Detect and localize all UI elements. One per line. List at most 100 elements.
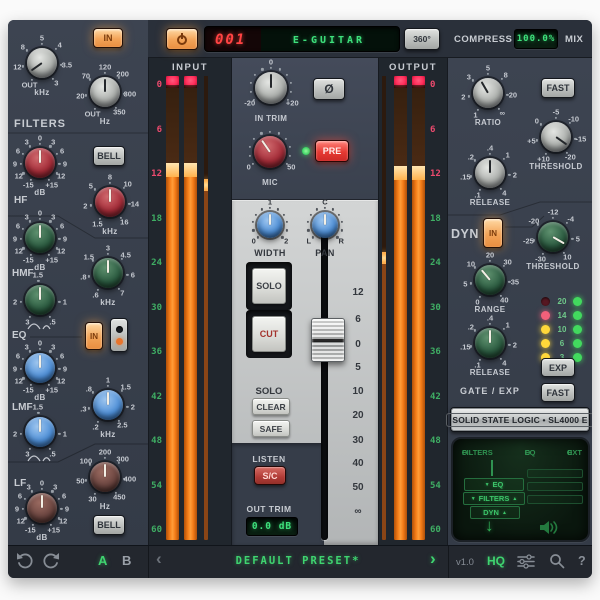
hmf-gain-knob-scale-label: 6 bbox=[59, 221, 65, 231]
hmf-freq-knob-scale-label: .8 bbox=[80, 272, 87, 282]
routing-row-filters[interactable]: ▼ FILTERS ▲ bbox=[463, 492, 525, 505]
gate-fast-button[interactable]: FAST bbox=[541, 383, 575, 402]
chevron-up-icon: ▲ bbox=[501, 509, 507, 516]
input-meter-scale-label: 48 bbox=[151, 436, 162, 446]
ratio-knob-dial[interactable] bbox=[473, 78, 503, 108]
lmf-q-knob-dial[interactable] bbox=[25, 417, 55, 447]
routing-radio-ext[interactable]: EXT bbox=[567, 448, 582, 457]
in-trim-knob-scale-label: -20 bbox=[244, 98, 256, 108]
hf-freq-knob-dial[interactable] bbox=[95, 187, 125, 217]
preset-a-button[interactable]: A bbox=[98, 553, 107, 568]
input-meter-scale-label: 12 bbox=[151, 169, 162, 179]
phase-button[interactable]: Ø bbox=[313, 78, 345, 100]
output-meter-peak-band bbox=[394, 166, 407, 180]
output-peak-meter bbox=[382, 76, 386, 540]
comp-threshold-knob-scale-label: +5 bbox=[527, 136, 536, 146]
pre-button[interactable]: PRE bbox=[315, 140, 349, 162]
input-meter-peak-band bbox=[184, 163, 197, 177]
power-button[interactable] bbox=[166, 28, 198, 50]
hq-button[interactable]: HQ bbox=[487, 554, 505, 568]
hf-gain-knob-caption: dB bbox=[34, 188, 46, 197]
mix-value: 100.0% bbox=[516, 34, 556, 44]
out-trim-value: 0.0 dB bbox=[251, 521, 293, 532]
output-meter-scale-label: 60 bbox=[430, 525, 441, 535]
preset-b-button[interactable]: B bbox=[122, 553, 131, 568]
hmf-freq-knob-dial[interactable] bbox=[93, 258, 123, 288]
redo-icon[interactable] bbox=[42, 552, 60, 569]
hmf-gain-knob-dial[interactable] bbox=[25, 223, 55, 253]
lf-gain-knob-dial[interactable] bbox=[27, 493, 57, 523]
gate-release-knob-caption: RELEASE bbox=[469, 368, 511, 377]
out-trim-display[interactable]: 0.0 dB bbox=[246, 517, 298, 536]
width-knob-scale-label: 1 bbox=[267, 197, 273, 207]
input-meter-scale-label: 6 bbox=[156, 124, 162, 135]
listen-sc-button[interactable]: S/C bbox=[254, 466, 286, 485]
solo-safe-button[interactable]: SAFE bbox=[252, 420, 290, 437]
comp-threshold-knob-dial[interactable] bbox=[541, 122, 571, 152]
hf-freq-knob-caption: kHz bbox=[102, 227, 118, 236]
undo-icon[interactable] bbox=[16, 552, 34, 569]
hmf-gain-knob-pointer bbox=[38, 225, 42, 238]
dyn-in-button[interactable]: IN bbox=[483, 218, 503, 248]
filters-in-button[interactable]: IN bbox=[93, 28, 123, 48]
comp-release-knob-scale-label: .15 bbox=[460, 172, 471, 182]
comp-release-knob-dial[interactable] bbox=[475, 158, 505, 188]
preset-name-bar[interactable]: DEFAULT PRESET* bbox=[168, 555, 428, 567]
lmf-gain-knob-dial[interactable] bbox=[25, 353, 55, 383]
fader-track[interactable] bbox=[321, 212, 328, 540]
hf-gain-knob-dial[interactable] bbox=[25, 148, 55, 178]
search-icon[interactable] bbox=[549, 553, 565, 569]
gate-release-knob-scale-label: 4 bbox=[502, 358, 507, 368]
eq-type-button[interactable] bbox=[110, 318, 128, 352]
range-knob-dial[interactable] bbox=[475, 265, 505, 295]
gate-release-knob-scale-label: 2 bbox=[512, 340, 517, 350]
settings-sliders-icon[interactable] bbox=[516, 554, 536, 569]
routing-row-eq[interactable]: ▼ EQ bbox=[464, 478, 524, 491]
routing-radio-filters[interactable]: FILTERS bbox=[462, 448, 493, 457]
hmf-gain-knob-scale-label: 3 bbox=[51, 212, 56, 222]
hf-freq-knob-scale-label: 2 bbox=[83, 201, 88, 211]
lf-freq-knob-dial[interactable] bbox=[90, 462, 120, 492]
eq-in-button[interactable]: IN bbox=[85, 322, 103, 350]
solo-button[interactable]: SOLO bbox=[252, 268, 286, 304]
gate-threshold-knob-dial[interactable] bbox=[538, 222, 568, 252]
hf-bell-button[interactable]: BELL bbox=[93, 146, 125, 166]
hf-freq-knob-scale-label: 5 bbox=[88, 181, 93, 191]
fader-handle[interactable] bbox=[311, 318, 345, 362]
lmf-gain-knob-scale-label: 12 bbox=[57, 376, 66, 386]
solo-clear-button[interactable]: CLEAR bbox=[252, 398, 290, 415]
output-peak-trail bbox=[382, 264, 386, 540]
rotate-360-button[interactable]: 360° bbox=[404, 28, 440, 50]
lmf-freq-knob-caption: kHz bbox=[100, 430, 116, 439]
routing-row-dyn[interactable]: DYN ▲ bbox=[470, 506, 520, 519]
hmf-q-knob-dial[interactable] bbox=[25, 285, 55, 315]
gate-led-left bbox=[541, 339, 550, 348]
pan-knob-dial[interactable] bbox=[312, 212, 338, 238]
preset-next-button[interactable]: › bbox=[430, 549, 436, 569]
preset-display[interactable]: 001 E-GUITAR bbox=[204, 26, 400, 52]
comp-fast-button[interactable]: FAST bbox=[541, 78, 575, 98]
lmf-gain-knob-caption: dB bbox=[34, 393, 46, 402]
lmf-freq-knob-dial[interactable] bbox=[93, 390, 123, 420]
hf-gain-knob-scale-label: 6 bbox=[15, 146, 21, 156]
mix-display[interactable]: 100.0% bbox=[514, 29, 558, 49]
gate-release-knob-dial[interactable] bbox=[475, 328, 505, 358]
gate-led-green bbox=[573, 311, 582, 320]
filters-lpf-knob-dial[interactable] bbox=[27, 48, 57, 78]
input-meter-scale-label: 24 bbox=[151, 258, 162, 268]
mic-knob-dial[interactable] bbox=[254, 136, 286, 168]
help-button[interactable]: ? bbox=[578, 554, 586, 568]
filters-hpf-knob-dial[interactable] bbox=[90, 77, 120, 107]
hmf-q-knob-scale-label: 2 bbox=[13, 297, 18, 307]
routing-radio-eq[interactable]: EQ bbox=[524, 448, 535, 457]
in-trim-knob-dial[interactable] bbox=[255, 72, 287, 104]
lf-bell-button[interactable]: BELL bbox=[93, 515, 125, 535]
preset-prev-button[interactable]: ‹ bbox=[156, 549, 162, 569]
exp-button[interactable]: EXP bbox=[541, 358, 575, 377]
input-meter-scale-label: 18 bbox=[151, 213, 162, 224]
routing-slot bbox=[527, 469, 583, 478]
cut-button[interactable]: CUT bbox=[252, 316, 286, 352]
input-meter-bar bbox=[184, 76, 197, 540]
width-knob-dial[interactable] bbox=[257, 212, 283, 238]
gate-release-knob-scale-label: 1 bbox=[505, 320, 510, 330]
